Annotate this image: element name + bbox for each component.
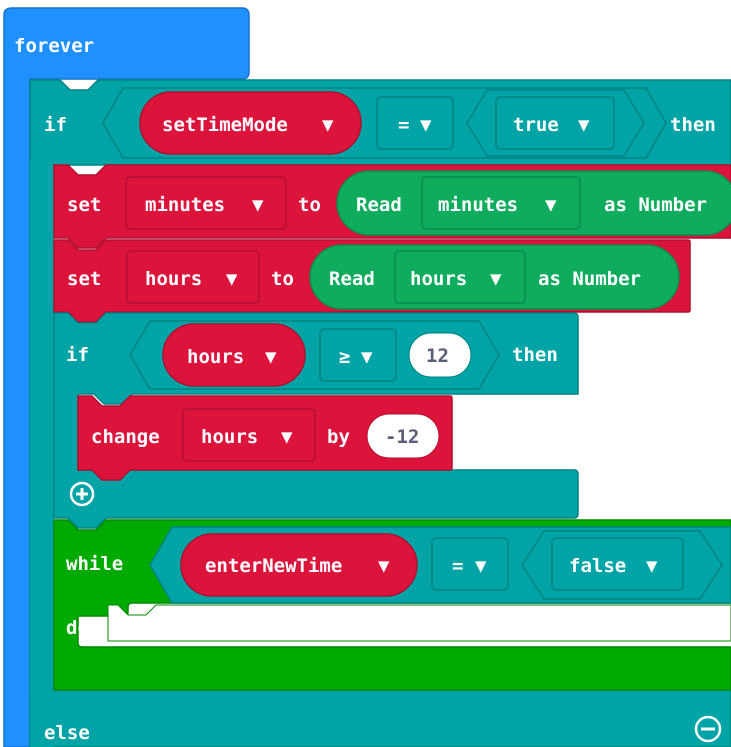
by-label: by (327, 426, 350, 448)
number-input-12[interactable]: 12 (408, 332, 472, 378)
then-label: then (670, 114, 716, 136)
chevron-down-icon: ▼ (252, 194, 264, 216)
read-label: Read (356, 194, 402, 216)
chevron-down-icon: ▼ (322, 114, 334, 136)
svg-text:hours: hours (410, 268, 467, 290)
chevron-down-icon: ▼ (578, 114, 590, 136)
svg-text:=: = (452, 555, 463, 577)
if-label: if (44, 114, 67, 136)
chevron-down-icon: ▼ (281, 426, 293, 448)
chevron-down-icon: ▼ (545, 194, 557, 216)
operator-dropdown-gte[interactable]: ≥ ▼ (319, 328, 397, 382)
variable-setTimeMode[interactable]: setTimeMode ▼ (139, 91, 362, 155)
forever-label: forever (14, 35, 94, 57)
set-minutes-block[interactable]: set minutes ▼ to Read minutes ▼ as Numbe… (53, 164, 731, 249)
read-as-number-block[interactable]: Read minutes ▼ as Number (336, 170, 731, 236)
svg-text:=: = (398, 114, 409, 136)
do-slot-empty[interactable] (107, 604, 731, 642)
while-label: while (66, 553, 123, 575)
set-hours-block[interactable]: set hours ▼ to Read hours ▼ as Number (53, 239, 691, 323)
variable-dropdown-minutes[interactable]: minutes ▼ (125, 176, 287, 230)
variable-hours[interactable]: hours ▼ (162, 323, 306, 387)
else-label: else (44, 722, 90, 744)
as-number-label: as Number (604, 194, 707, 216)
if-else-rail-fill (30, 160, 54, 747)
then-label: then (512, 344, 558, 366)
chevron-down-icon: ▼ (646, 555, 658, 577)
svg-text:≥: ≥ (339, 346, 350, 368)
svg-text:minutes: minutes (438, 194, 518, 216)
svg-text:hours: hours (187, 346, 244, 368)
svg-text:false: false (569, 555, 626, 577)
chevron-down-icon: ▼ (378, 555, 390, 577)
change-label: change (91, 426, 160, 448)
boolean-true[interactable]: true ▼ (466, 89, 645, 157)
svg-text:setTimeMode: setTimeMode (162, 114, 288, 136)
chevron-down-icon: ▼ (490, 268, 502, 290)
blocks-workspace[interactable]: forever if setTimeMode ▼ = ▼ true ▼ then (0, 0, 731, 747)
if-label: if (66, 344, 89, 366)
if-else-bottom-arm (29, 689, 731, 747)
operator-dropdown-equals[interactable]: = ▼ (376, 96, 454, 150)
to-label: to (271, 268, 294, 290)
svg-text:enterNewTime: enterNewTime (205, 555, 342, 577)
set-label: set (67, 268, 101, 290)
svg-text:-12: -12 (385, 426, 419, 448)
variable-dropdown-hours[interactable]: hours ▼ (126, 250, 260, 304)
chevron-down-icon: ▼ (265, 346, 277, 368)
svg-text:hours: hours (145, 268, 202, 290)
chevron-down-icon: ▼ (475, 555, 487, 577)
variable-enterNewTime[interactable]: enterNewTime ▼ (180, 533, 418, 597)
read-label: Read (329, 268, 375, 290)
svg-text:12: 12 (426, 345, 449, 367)
boolean-false[interactable]: false ▼ (521, 530, 723, 600)
read-as-number-block[interactable]: Read hours ▼ as Number (309, 244, 680, 310)
svg-text:hours: hours (201, 426, 258, 448)
variable-dropdown-hours[interactable]: hours ▼ (182, 408, 316, 462)
change-hours-block[interactable]: change hours ▼ by -12 (77, 395, 453, 481)
svg-text:minutes: minutes (145, 194, 225, 216)
svg-text:true: true (513, 114, 559, 136)
while-block[interactable]: while enterNewTime ▼ = ▼ false ▼ do (53, 519, 731, 691)
do-label: do (66, 617, 89, 639)
chevron-down-icon: ▼ (226, 268, 238, 290)
set-label: set (67, 194, 101, 216)
to-label: to (298, 194, 321, 216)
as-number-label: as Number (538, 268, 641, 290)
read-variable-dropdown-hours[interactable]: hours ▼ (394, 250, 526, 304)
chevron-down-icon: ▼ (361, 346, 373, 368)
read-variable-dropdown-minutes[interactable]: minutes ▼ (421, 176, 581, 230)
number-input-minus12[interactable]: -12 (366, 413, 440, 459)
operator-dropdown-equals[interactable]: = ▼ (431, 537, 509, 591)
chevron-down-icon: ▼ (420, 114, 432, 136)
